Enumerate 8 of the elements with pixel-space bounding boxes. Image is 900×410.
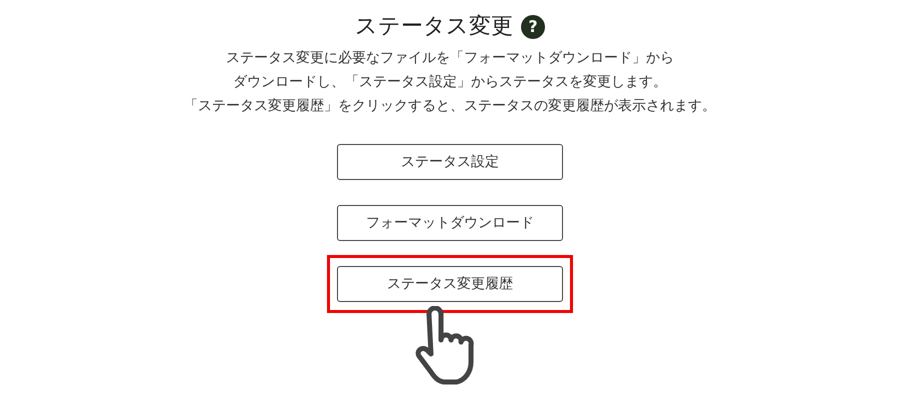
action-button[interactable]: ステータス変更履歴 (337, 266, 563, 302)
description-line: 「ステータス変更履歴」をクリックすると、ステータスの変更履歴が表示されます。 (184, 97, 716, 116)
description-line: ダウンロードし、「ステータス設定」からステータスを変更します。 (233, 73, 667, 92)
action-button[interactable]: ステータス設定 (337, 144, 563, 180)
page-title: ステータス変更 (355, 13, 513, 41)
action-button[interactable]: フォーマットダウンロード (337, 205, 563, 241)
description-line: ステータス変更に必要なファイルを「フォーマットダウンロード」から (226, 49, 674, 68)
help-icon[interactable]: ? (521, 15, 545, 39)
